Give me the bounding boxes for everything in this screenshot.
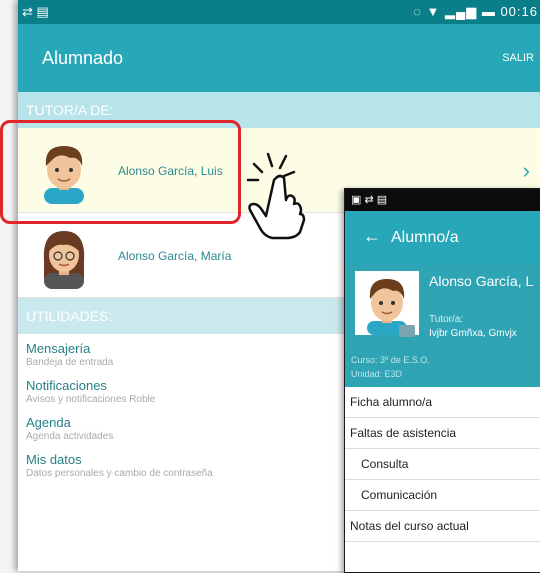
student-header: Alonso García, L Tutor/a: Ivjbr Gmñxa, G… — [345, 265, 540, 387]
signal-icons: ◌ ▼ ▂▄▆ ▬ — [413, 4, 501, 19]
tutor-label: Tutor/a: — [429, 314, 464, 325]
phone-screen: ▣ ⇄ ▤ ← Alumno/a Alonso García, L Tutor/… — [344, 188, 540, 573]
notification-icons: ⇄ ▤ — [22, 4, 49, 19]
menu-item-comunicacion[interactable]: Comunicación — [345, 480, 540, 511]
phone-app-bar: ← Alumno/a — [345, 211, 540, 265]
status-right: ◌ ▼ ▂▄▆ ▬ 00:16 — [413, 4, 538, 20]
app-bar: Alumnado SALIR — [18, 24, 540, 92]
phone-student-name: Alonso García, L — [429, 273, 534, 289]
status-bar: ⇄ ▤ ◌ ▼ ▂▄▆ ▬ 00:16 — [18, 0, 540, 24]
unit-info: Unidad: E3D — [351, 369, 403, 379]
student-name: Alonso García, María — [118, 249, 232, 263]
menu-item-consulta[interactable]: Consulta — [345, 449, 540, 480]
menu-item-faltas[interactable]: Faltas de asistencia — [345, 418, 540, 449]
phone-status-bar: ▣ ⇄ ▤ — [345, 189, 540, 211]
menu-item-ficha[interactable]: Ficha alumno/a — [345, 387, 540, 418]
selection-highlight — [0, 120, 241, 224]
chevron-right-icon: › — [522, 158, 530, 183]
menu-item-notas[interactable]: Notas del curso actual — [345, 511, 540, 542]
phone-page-title: Alumno/a — [391, 229, 459, 246]
camera-icon[interactable] — [399, 325, 415, 337]
tutor-name: Ivjbr Gmñxa, Gmvjx — [429, 328, 517, 339]
girl-avatar-icon — [43, 231, 85, 289]
course-info: Curso: 3º de E.S.O. — [351, 355, 430, 365]
tap-hand-icon — [246, 152, 306, 240]
back-arrow-icon[interactable]: ← — [363, 226, 381, 247]
page-title: Alumnado — [42, 48, 124, 68]
logout-button[interactable]: SALIR — [502, 52, 534, 64]
status-time: 00:16 — [500, 4, 538, 19]
